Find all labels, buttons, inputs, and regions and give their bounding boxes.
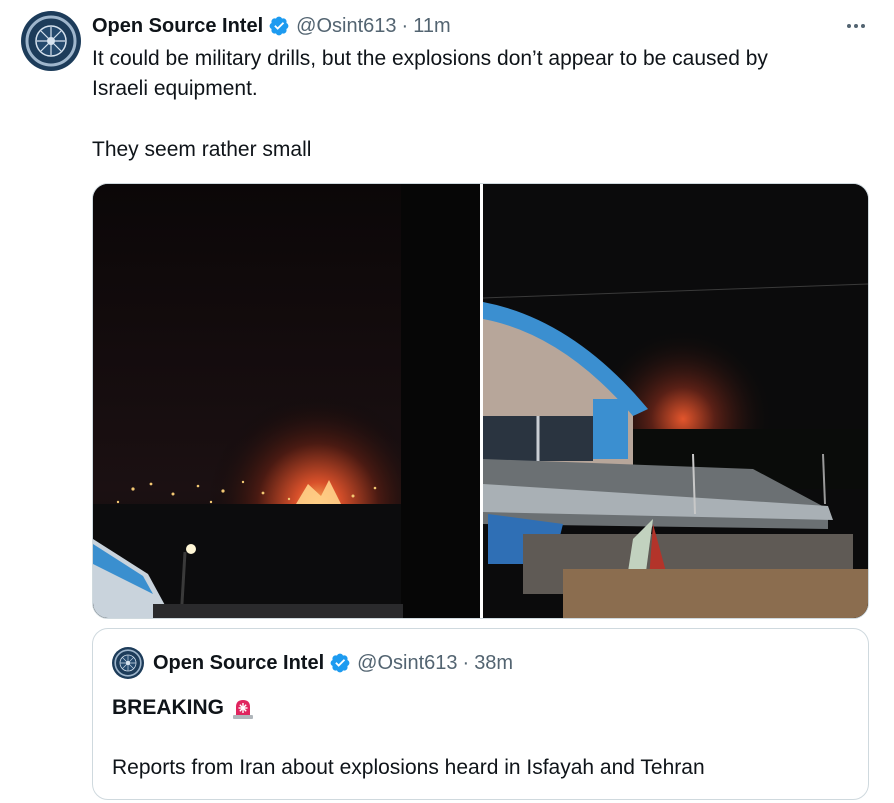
quoted-tweet-card[interactable]: Open Source Intel @Osint613 · 38m BREAKI… xyxy=(92,628,869,800)
media-photo-right[interactable] xyxy=(483,184,868,618)
quoted-tweet-body: Reports from Iran about explosions heard… xyxy=(112,756,705,779)
verified-badge-icon xyxy=(269,16,289,36)
quoted-author-name: Open Source Intel xyxy=(153,651,325,674)
quoted-tweet-time: 38m xyxy=(474,651,514,674)
tweet-text-line: Israeli equipment. xyxy=(92,77,258,100)
siren-icon xyxy=(233,700,254,719)
author-name[interactable]: Open Source Intel xyxy=(92,15,263,38)
quoted-author-handle: @Osint613 xyxy=(357,651,458,674)
night-explosion-photo-icon xyxy=(93,184,480,618)
quoted-tweet-title: BREAKING xyxy=(112,695,256,721)
header-separator: · xyxy=(401,14,409,37)
tweet-time[interactable]: 11m xyxy=(413,15,450,38)
quoted-tweet-title-text: BREAKING xyxy=(112,696,225,719)
quoted-author-avatar xyxy=(112,647,144,679)
tweet-text-line: It could be military drills, but the exp… xyxy=(92,47,768,70)
quoted-header-separator: · xyxy=(462,651,470,674)
night-explosion-rooftop-photo-icon xyxy=(483,184,868,618)
more-options-icon[interactable] xyxy=(842,16,870,36)
verified-badge-icon xyxy=(330,653,350,673)
tweet-text: It could be military drills, but the exp… xyxy=(92,44,872,165)
tweet-text-line: They seem rather small xyxy=(92,138,312,161)
author-handle[interactable]: @Osint613 xyxy=(296,15,396,38)
tweet-media xyxy=(92,183,869,619)
tweet-header: Open Source Intel @Osint613 · 11m xyxy=(92,12,451,40)
osint-logo-icon xyxy=(112,647,144,679)
media-photo-left[interactable] xyxy=(93,184,480,618)
author-avatar[interactable] xyxy=(21,11,81,71)
quoted-tweet-header: Open Source Intel @Osint613 · 38m xyxy=(112,647,514,679)
osint-logo-icon xyxy=(22,12,80,70)
